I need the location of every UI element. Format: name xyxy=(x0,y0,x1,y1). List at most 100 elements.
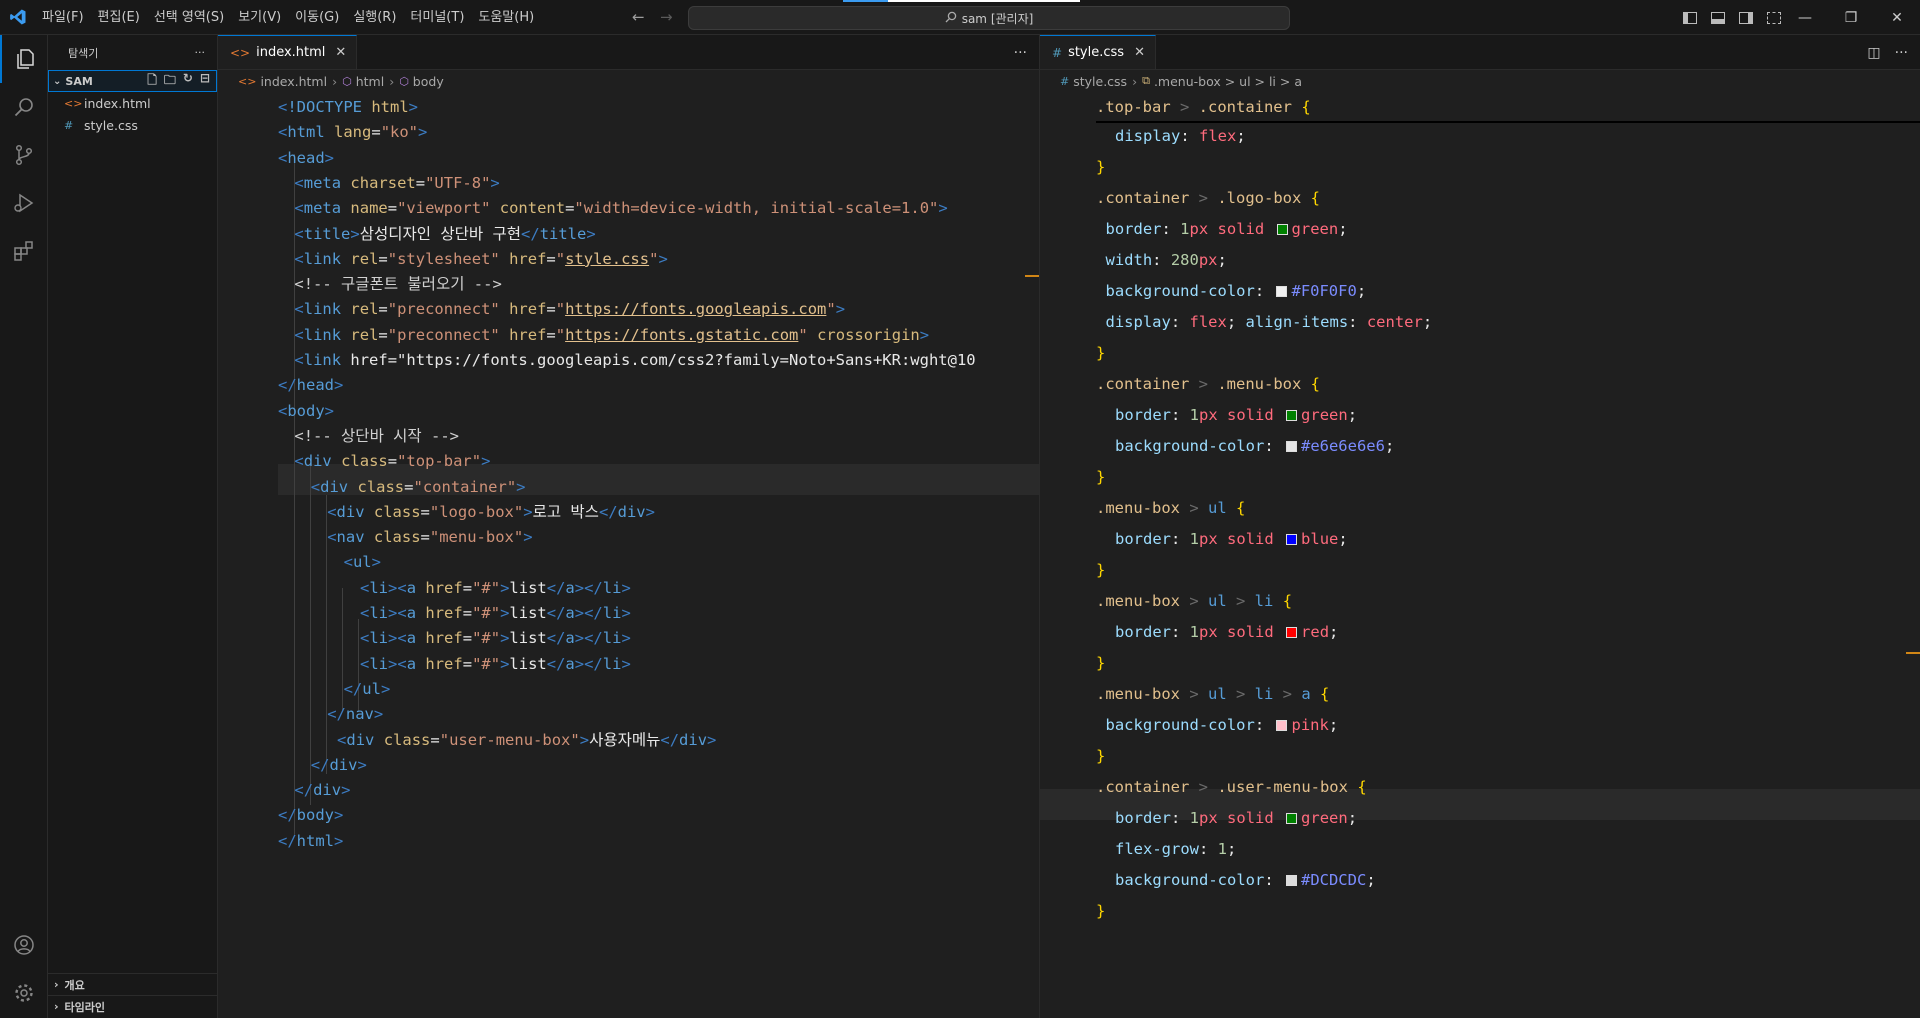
explorer-title: 탐색기 xyxy=(68,46,99,60)
command-center-label: sam [관리자] xyxy=(961,11,1034,26)
file-item-index-html[interactable]: <> index.html xyxy=(48,92,217,114)
code-line: background-color: pink; xyxy=(1105,716,1339,734)
outline-label: 개요 xyxy=(64,978,85,992)
code-line: border: 1px solid red; xyxy=(1115,623,1339,641)
menu-go[interactable]: 이동(G) xyxy=(288,0,346,35)
color-swatch[interactable] xyxy=(1286,627,1298,638)
menu-run[interactable]: 실행(R) xyxy=(346,0,403,35)
close-tab-icon[interactable]: ✕ xyxy=(1134,45,1145,60)
outline-section[interactable]: › 개요 xyxy=(48,973,218,995)
source-control-icon[interactable] xyxy=(0,131,48,179)
customize-layout-icon[interactable] xyxy=(1767,11,1781,24)
css-file-icon: # xyxy=(64,118,74,132)
color-swatch[interactable] xyxy=(1276,224,1288,235)
code-line: } xyxy=(1096,747,1106,765)
code-line: .menu-box > ul { xyxy=(1096,499,1246,517)
menu-terminal[interactable]: 터미널(T) xyxy=(403,0,471,35)
menu-selection[interactable]: 선택 영역(S) xyxy=(147,0,231,35)
chevron-right-icon: › xyxy=(1132,73,1138,89)
html-code-area[interactable]: <!DOCTYPE html> <html lang="ko"> <head> <me… xyxy=(218,92,1039,1018)
activity-bar xyxy=(0,35,48,1018)
color-swatch[interactable] xyxy=(1276,720,1288,731)
code-line: <li><a href="#">list</a></li> xyxy=(360,654,631,673)
new-file-icon[interactable]: 🗋 xyxy=(147,71,157,92)
code-line: } xyxy=(1096,158,1106,176)
breadcrumb-body[interactable]: body xyxy=(413,74,444,89)
html-file-icon: <> xyxy=(64,96,83,110)
tab-label: index.html xyxy=(256,45,326,60)
scrollbar-marker xyxy=(1906,652,1920,654)
workspace-folder[interactable]: ⌄ SAM 🗋 🗀 ↻ ⊟ xyxy=(48,70,217,92)
breadcrumb: # style.css › ⧉ .menu-box > ul > li > a xyxy=(1040,70,1920,92)
code-line: border: 1px solid green; xyxy=(1115,406,1358,424)
sticky-scroll-line[interactable]: .top-bar > .container { xyxy=(1096,92,1920,123)
explorer-sidebar: 탐색기 ··· ⌄ SAM 🗋 🗀 ↻ ⊟ <> index.html # st… xyxy=(48,35,218,1018)
forward-arrow-icon[interactable]: → xyxy=(660,8,673,26)
html-file-icon: <> xyxy=(230,45,251,60)
code-line: } xyxy=(1096,468,1106,486)
breadcrumb-selector[interactable]: .menu-box > ul > li > a xyxy=(1154,74,1302,89)
more-actions-icon[interactable]: ··· xyxy=(1895,45,1908,61)
chevron-right-icon: › xyxy=(332,73,338,89)
color-swatch[interactable] xyxy=(1285,441,1297,452)
file-item-style-css[interactable]: # style.css xyxy=(48,114,217,136)
css-file-icon: # xyxy=(1052,45,1063,60)
chevron-right-icon: › xyxy=(54,1000,59,1013)
run-debug-icon[interactable] xyxy=(0,179,48,227)
settings-gear-icon[interactable] xyxy=(0,969,48,1017)
html-editor-group: <> index.html ✕ ··· <> index.html › ⬡ ht… xyxy=(218,35,1040,1018)
selector-icon: ⧉ xyxy=(1142,74,1150,87)
code-line: flex-grow: 1; xyxy=(1115,840,1237,858)
color-swatch[interactable] xyxy=(1286,534,1298,545)
code-line: } xyxy=(1096,654,1106,672)
menu-file[interactable]: 파일(F) xyxy=(35,0,91,35)
toggle-secondary-sidebar-icon[interactable] xyxy=(1739,11,1753,24)
element-icon: ⬡ xyxy=(399,74,409,88)
code-line: border: 1px solid green; xyxy=(1105,220,1348,238)
extensions-icon[interactable] xyxy=(0,227,48,275)
color-swatch[interactable] xyxy=(1286,813,1298,824)
breadcrumb-html[interactable]: html xyxy=(356,74,384,89)
color-swatch[interactable] xyxy=(1285,875,1297,886)
breadcrumb-file[interactable]: style.css xyxy=(1073,74,1127,89)
code-line: .container > .menu-box { xyxy=(1096,375,1321,393)
toggle-primary-sidebar-icon[interactable] xyxy=(1683,11,1697,24)
code-line: .container > .logo-box { xyxy=(1096,189,1321,207)
tab-index-html[interactable]: <> index.html ✕ xyxy=(218,35,358,69)
minimize-button[interactable]: — xyxy=(1782,0,1828,35)
code-line: display: flex; align-items: center; xyxy=(1105,313,1433,331)
timeline-section[interactable]: › 타임라인 xyxy=(48,995,218,1017)
more-actions-icon[interactable]: ··· xyxy=(1014,45,1027,61)
refresh-icon[interactable]: ↻ xyxy=(183,71,193,92)
color-swatch[interactable] xyxy=(1286,410,1298,421)
search-icon xyxy=(945,11,957,26)
breadcrumb: <> index.html › ⬡ html › ⬡ body xyxy=(218,70,1039,92)
command-center-search[interactable]: sam [관리자] xyxy=(688,6,1290,30)
menu-help[interactable]: 도움말(H) xyxy=(471,0,541,35)
code-line: } xyxy=(1096,902,1106,920)
code-line: .menu-box > ul > li > a { xyxy=(1096,685,1330,703)
breadcrumb-file[interactable]: index.html xyxy=(260,74,327,89)
explorer-more-actions-icon[interactable]: ··· xyxy=(195,46,206,59)
code-line: </html> xyxy=(278,831,344,850)
explorer-icon[interactable] xyxy=(0,35,48,83)
toggle-panel-icon[interactable] xyxy=(1711,11,1725,24)
back-arrow-icon[interactable]: ← xyxy=(632,8,645,26)
search-view-icon[interactable] xyxy=(0,83,48,131)
color-swatch[interactable] xyxy=(1276,286,1288,297)
close-tab-icon[interactable]: ✕ xyxy=(335,45,346,60)
code-line: background-color: #F0F0F0; xyxy=(1105,282,1367,300)
menu-edit[interactable]: 편집(E) xyxy=(91,0,147,35)
split-editor-icon[interactable]: ◫ xyxy=(1867,45,1880,61)
accounts-icon[interactable] xyxy=(0,921,48,969)
new-folder-icon[interactable]: 🗀 xyxy=(164,71,176,92)
css-code-area[interactable]: .top-bar > .container {display: flex;} .c… xyxy=(1040,92,1920,1018)
code-line: <div class="user-menu-box">사용자메뉴</div> xyxy=(337,730,717,749)
collapse-all-icon[interactable]: ⊟ xyxy=(200,71,210,92)
close-button[interactable]: ✕ xyxy=(1874,0,1920,35)
tab-style-css[interactable]: # style.css ✕ xyxy=(1040,35,1156,69)
menu-view[interactable]: 보기(V) xyxy=(231,0,288,35)
code-line: border: 1px solid green; xyxy=(1115,809,1358,827)
restore-button[interactable]: ❐ xyxy=(1828,0,1874,35)
tab-label: style.css xyxy=(1068,45,1125,60)
